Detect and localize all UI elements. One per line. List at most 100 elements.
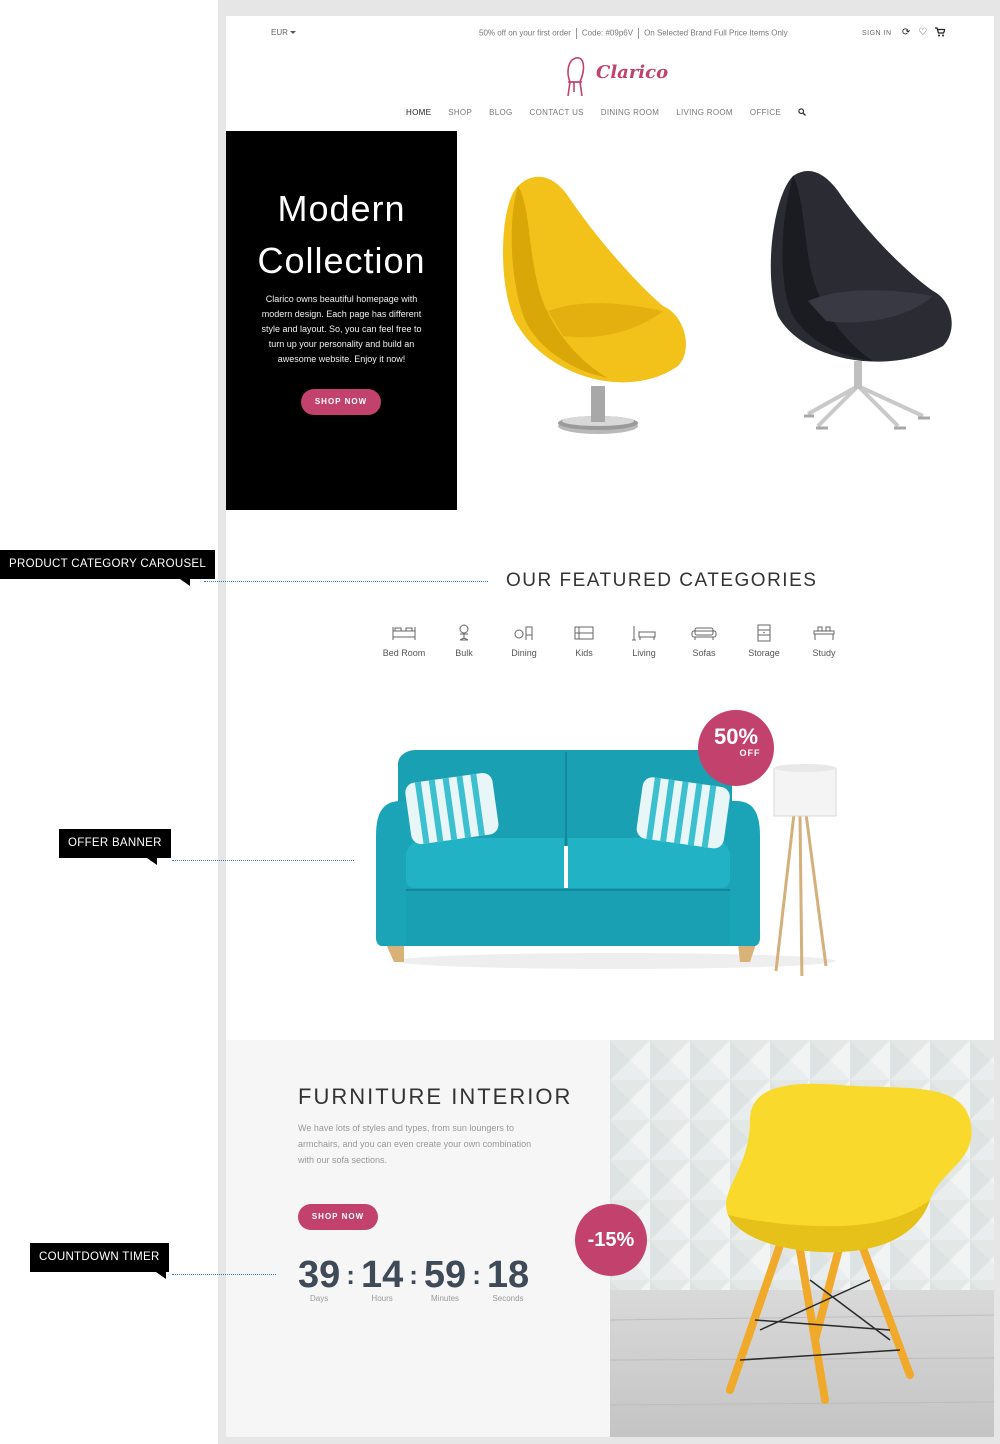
top-icons: ⟳ ♡ (902, 27, 947, 41)
annotation-line (172, 1274, 276, 1275)
category-sofas[interactable]: Sofas (674, 622, 734, 658)
yellow-eames-chair-image (610, 1040, 994, 1437)
cart-icon[interactable] (935, 27, 947, 41)
countdown-timer: 39 Days : 14 Hours : 59 Minutes : 18 Sec… (298, 1252, 529, 1303)
currency-label: EUR (271, 28, 288, 37)
caret-down-icon (289, 31, 296, 35)
category-kids[interactable]: Kids (554, 622, 614, 658)
category-storage[interactable]: Storage (734, 622, 794, 658)
badge-value: 50% (713, 724, 759, 749)
frame-top (218, 0, 1000, 16)
hero-banner: Modern Collection Clarico owns beautiful… (226, 131, 457, 510)
interior-description: We have lots of styles and types, from s… (298, 1123, 532, 1165)
nav-item-contact[interactable]: CONTACT US (530, 108, 584, 118)
top-bar: EUR 50% off on your first order Code: #09… (226, 16, 994, 50)
bed-icon (392, 627, 416, 640)
currency-selector[interactable]: EUR (271, 28, 296, 37)
badge-label: OFF (739, 748, 761, 758)
interior-section: FURNITURE INTERIOR We have lots of style… (226, 1040, 610, 1437)
promo-code: Code: #09p6V (581, 28, 634, 38)
hero-title: Modern Collection (226, 183, 457, 287)
featured-categories-title: OUR FEATURED CATEGORIES (506, 570, 818, 591)
category-bulk[interactable]: Bulk (434, 622, 494, 658)
nav-item-shop[interactable]: SHOP (448, 108, 472, 118)
category-carousel: Bed Room Bulk Dining Kids Living Sofas S… (374, 622, 854, 658)
nav-item-home[interactable]: HOME (406, 108, 431, 118)
annotation-label: COUNTDOWN TIMER (39, 1251, 160, 1263)
countdown-seconds-label: Seconds (492, 1294, 524, 1303)
brand-name: Clarico (596, 62, 669, 83)
sofa-icon (691, 627, 717, 640)
category-living[interactable]: Living (614, 622, 674, 658)
nav-item-blog[interactable]: BLOG (489, 108, 512, 118)
countdown-separator: : (346, 1260, 355, 1290)
website-page: EUR 50% off on your first order Code: #09… (226, 16, 994, 1437)
annotation-label: PRODUCT CATEGORY CAROUSEL (9, 558, 207, 570)
bunk-bed-icon (574, 626, 594, 640)
countdown-hours: 14 Hours (361, 1252, 403, 1303)
refresh-icon[interactable]: ⟳ (902, 27, 910, 41)
hero-title-line-2: Collection (257, 240, 426, 281)
countdown-separator: : (472, 1260, 481, 1290)
countdown-seconds: 18 Seconds (487, 1252, 529, 1303)
nav-item-office[interactable]: OFFICE (750, 108, 781, 118)
hero-shop-now-button[interactable]: SHOP NOW (301, 389, 381, 415)
nav-item-dining-room[interactable]: DINING ROOM (601, 108, 659, 118)
annotation-label: OFFER BANNER (68, 837, 162, 849)
search-icon[interactable] (798, 108, 806, 118)
countdown-hours-value: 14 (360, 1254, 404, 1296)
countdown-days-value: 39 (298, 1254, 341, 1296)
category-label: Kids (575, 648, 593, 658)
countdown-days: 39 Days (298, 1252, 340, 1303)
dining-icon (514, 626, 533, 640)
countdown-minutes: 59 Minutes (424, 1252, 466, 1303)
divider (638, 28, 640, 39)
category-study[interactable]: Study (794, 622, 854, 658)
chair-logo-icon (567, 57, 585, 97)
countdown-minutes-value: 59 (423, 1254, 467, 1296)
sign-in-link[interactable]: SIGN IN (862, 30, 892, 37)
category-label: Study (812, 648, 836, 658)
lounge-icon (632, 626, 656, 641)
promo-text-1: 50% off on your first order (479, 28, 571, 38)
divider (575, 28, 577, 39)
desk-icon (813, 626, 835, 640)
interior-title: FURNITURE INTERIOR (298, 1084, 573, 1109)
category-label: Bulk (455, 648, 473, 658)
category-label: Living (632, 648, 656, 658)
black-chair-image (770, 171, 952, 430)
frame-left (218, 0, 226, 1444)
callout-tail (147, 858, 157, 865)
cabinet-icon (757, 624, 771, 642)
interior-shop-now-button[interactable]: SHOP NOW (298, 1204, 378, 1230)
countdown-seconds-value: 18 (486, 1254, 530, 1296)
heart-icon[interactable]: ♡ (918, 27, 927, 41)
promo-text-3: On Selected Brand Full Price Items Only (644, 28, 788, 38)
category-dining[interactable]: Dining (494, 622, 554, 658)
category-label: Sofas (692, 648, 716, 658)
category-label: Dining (511, 648, 537, 658)
callout-tail (180, 579, 190, 586)
main-nav: HOME SHOP BLOG CONTACT US DINING ROOM LI… (406, 108, 806, 118)
callout-tail (156, 1272, 166, 1279)
countdown-separator: : (409, 1260, 418, 1290)
discount-badge-15: -15% (575, 1204, 647, 1276)
hero-description: Clarico owns beautiful homepage with mod… (261, 294, 422, 364)
category-label: Bed Room (382, 648, 426, 658)
category-label: Storage (748, 648, 780, 658)
interior-photo (610, 1040, 994, 1437)
frame-right (994, 0, 1000, 1444)
promo-bar: 50% off on your first order Code: #09p6V O… (479, 28, 788, 39)
frame-bottom (218, 1437, 1000, 1444)
category-bed-room[interactable]: Bed Room (374, 622, 434, 658)
annotation-line (204, 581, 488, 582)
brand-logo[interactable]: Clarico (562, 54, 668, 100)
office-chair-icon (459, 624, 469, 641)
annotation-offer: OFFER BANNER (59, 829, 171, 865)
annotation-line (172, 860, 354, 861)
yellow-chair-image (503, 176, 686, 434)
annotation-countdown: COUNTDOWN TIMER (30, 1243, 169, 1279)
nav-item-living-room[interactable]: LIVING ROOM (676, 108, 733, 118)
discount-badge: 50% OFF (698, 710, 774, 786)
annotation-carousel: PRODUCT CATEGORY CAROUSEL (0, 550, 216, 586)
